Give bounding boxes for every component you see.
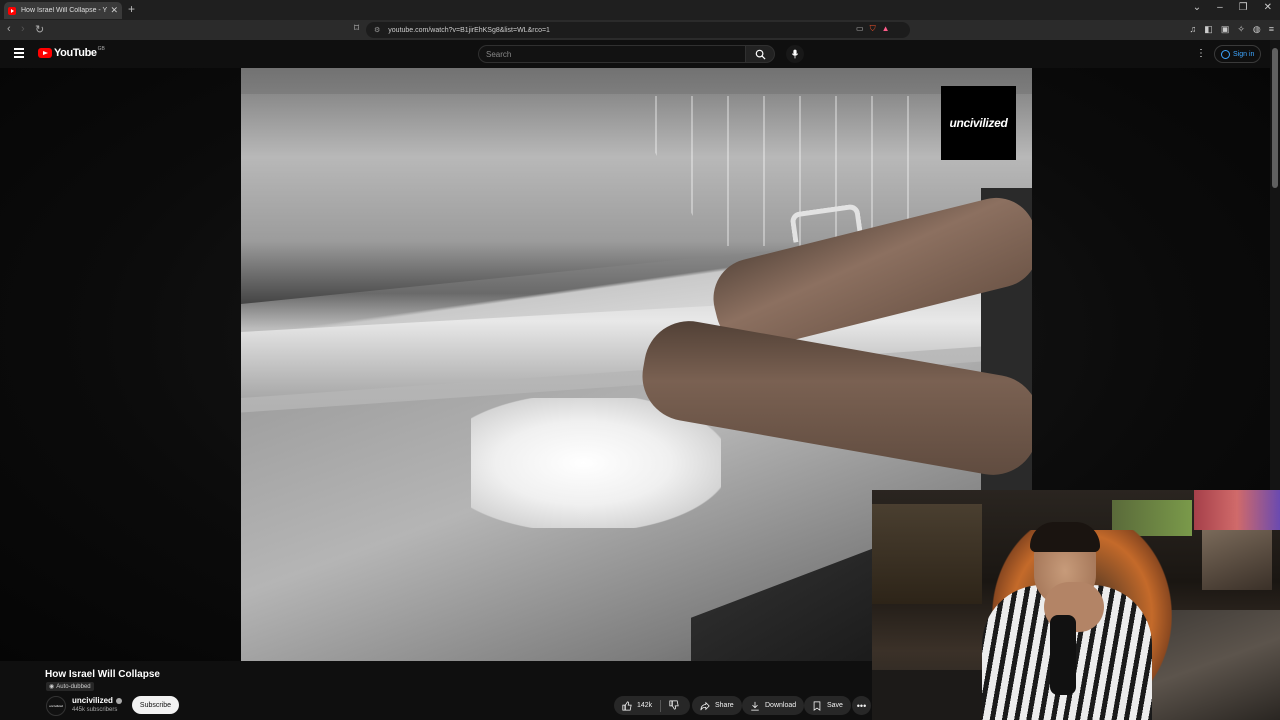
maximize-icon[interactable]: ❐ (1239, 2, 1248, 13)
youtube-play-icon (38, 48, 52, 58)
music-icon[interactable]: ♫ (1190, 24, 1197, 35)
reload-icon[interactable]: ↻ (35, 23, 44, 36)
extension-icons: ♫ ◧ ▣ ✧ ◍ ≡ (1190, 24, 1274, 35)
close-window-icon[interactable]: ✕ (1264, 2, 1272, 13)
youtube-logo[interactable]: YouTube GB (38, 46, 105, 59)
menu-icon[interactable]: ≡ (1269, 24, 1274, 35)
subscribe-button[interactable]: Subscribe (132, 696, 179, 714)
share-button[interactable]: Share (692, 696, 742, 715)
youtube-header: YouTube GB Search ⋮ Sign in (0, 40, 1270, 68)
search-button[interactable] (745, 45, 775, 63)
leo-icon[interactable]: ✧ (1237, 24, 1245, 35)
url-bar-icons: ▭ ⛉ ▲ (856, 24, 889, 34)
search-icon (755, 49, 766, 60)
channel-name[interactable]: uncivilized (72, 696, 122, 705)
cast-icon[interactable]: ▭ (856, 24, 864, 34)
dislike-button[interactable] (661, 699, 679, 712)
webcam-overlay (872, 490, 1280, 720)
browser-tabstrip: How Israel Will Collapse - YouTube ✕ + ⌄… (0, 0, 1280, 20)
download-button[interactable]: Download (742, 696, 805, 715)
thumbs-down-icon (669, 699, 679, 710)
address-bar[interactable]: ⚙ youtube.com/watch?v=B1jirEhKSg8&list=W… (366, 22, 910, 38)
new-tab-button[interactable]: + (128, 2, 135, 16)
sign-in-button[interactable]: Sign in (1214, 45, 1262, 63)
save-bookmark-icon (813, 700, 821, 711)
channel-watermark[interactable]: uncivilized (941, 86, 1016, 160)
webcam-microphone (1050, 615, 1076, 695)
more-actions-button[interactable]: ••• (852, 696, 871, 715)
thumbs-up-icon (622, 700, 632, 711)
like-dislike-group: 142k (614, 696, 690, 715)
window-controls: ⌄ – ❐ ✕ (1193, 2, 1272, 13)
forward-icon[interactable]: › (21, 23, 25, 35)
url-text: youtube.com/watch?v=B1jirEhKSg8&list=WL&… (388, 26, 550, 34)
save-button[interactable]: Save (804, 696, 851, 715)
browser-tab[interactable]: How Israel Will Collapse - YouTube ✕ (4, 2, 122, 19)
voice-search-button[interactable] (786, 45, 804, 63)
minimize-icon[interactable]: – (1217, 2, 1223, 13)
tab-title: How Israel Will Collapse - YouTube (21, 7, 107, 14)
bookmark-icon[interactable]: ⌑ (354, 23, 359, 34)
tab-search-icon[interactable]: ⌄ (1193, 2, 1201, 13)
share-icon (700, 701, 710, 710)
shield-icon[interactable]: ⛉ (870, 24, 876, 34)
auto-dubbed-badge: ◉ Auto-dubbed (46, 682, 94, 691)
webcam-shelf (872, 504, 982, 604)
back-icon[interactable]: ‹ (7, 23, 11, 35)
verified-icon (115, 697, 122, 704)
rewards-icon[interactable]: ▲ (882, 24, 890, 34)
guide-menu-icon[interactable] (14, 48, 24, 58)
browser-toolbar: ‹ › ↻ ⌑ ⚙ youtube.com/watch?v=B1jirEhKSg… (0, 20, 1280, 40)
sidebar-icon[interactable]: ◧ (1204, 24, 1213, 35)
like-button[interactable]: 142k (614, 699, 662, 712)
youtube-favicon-icon (8, 6, 16, 15)
video-title: How Israel Will Collapse (45, 669, 160, 680)
vpn-icon[interactable]: ◍ (1253, 24, 1261, 35)
account-icon (1221, 49, 1230, 59)
wallet-icon[interactable]: ▣ (1221, 24, 1230, 35)
search-input[interactable]: Search (478, 45, 746, 63)
webcam-person-hair (1030, 522, 1100, 552)
download-icon (751, 701, 759, 711)
channel-avatar[interactable]: uncivilized (46, 696, 66, 716)
settings-more-icon[interactable]: ⋮ (1196, 48, 1206, 59)
microphone-icon (791, 49, 799, 59)
subscriber-count: 445k subscribers (72, 707, 118, 713)
tab-close-icon[interactable]: ✕ (110, 5, 118, 16)
scrollbar-thumb[interactable] (1272, 48, 1278, 188)
webcam-poster (1202, 530, 1272, 590)
site-info-icon[interactable]: ⚙ (374, 26, 380, 34)
webcam-poster (1194, 490, 1280, 530)
dub-icon: ◉ (49, 684, 55, 690)
